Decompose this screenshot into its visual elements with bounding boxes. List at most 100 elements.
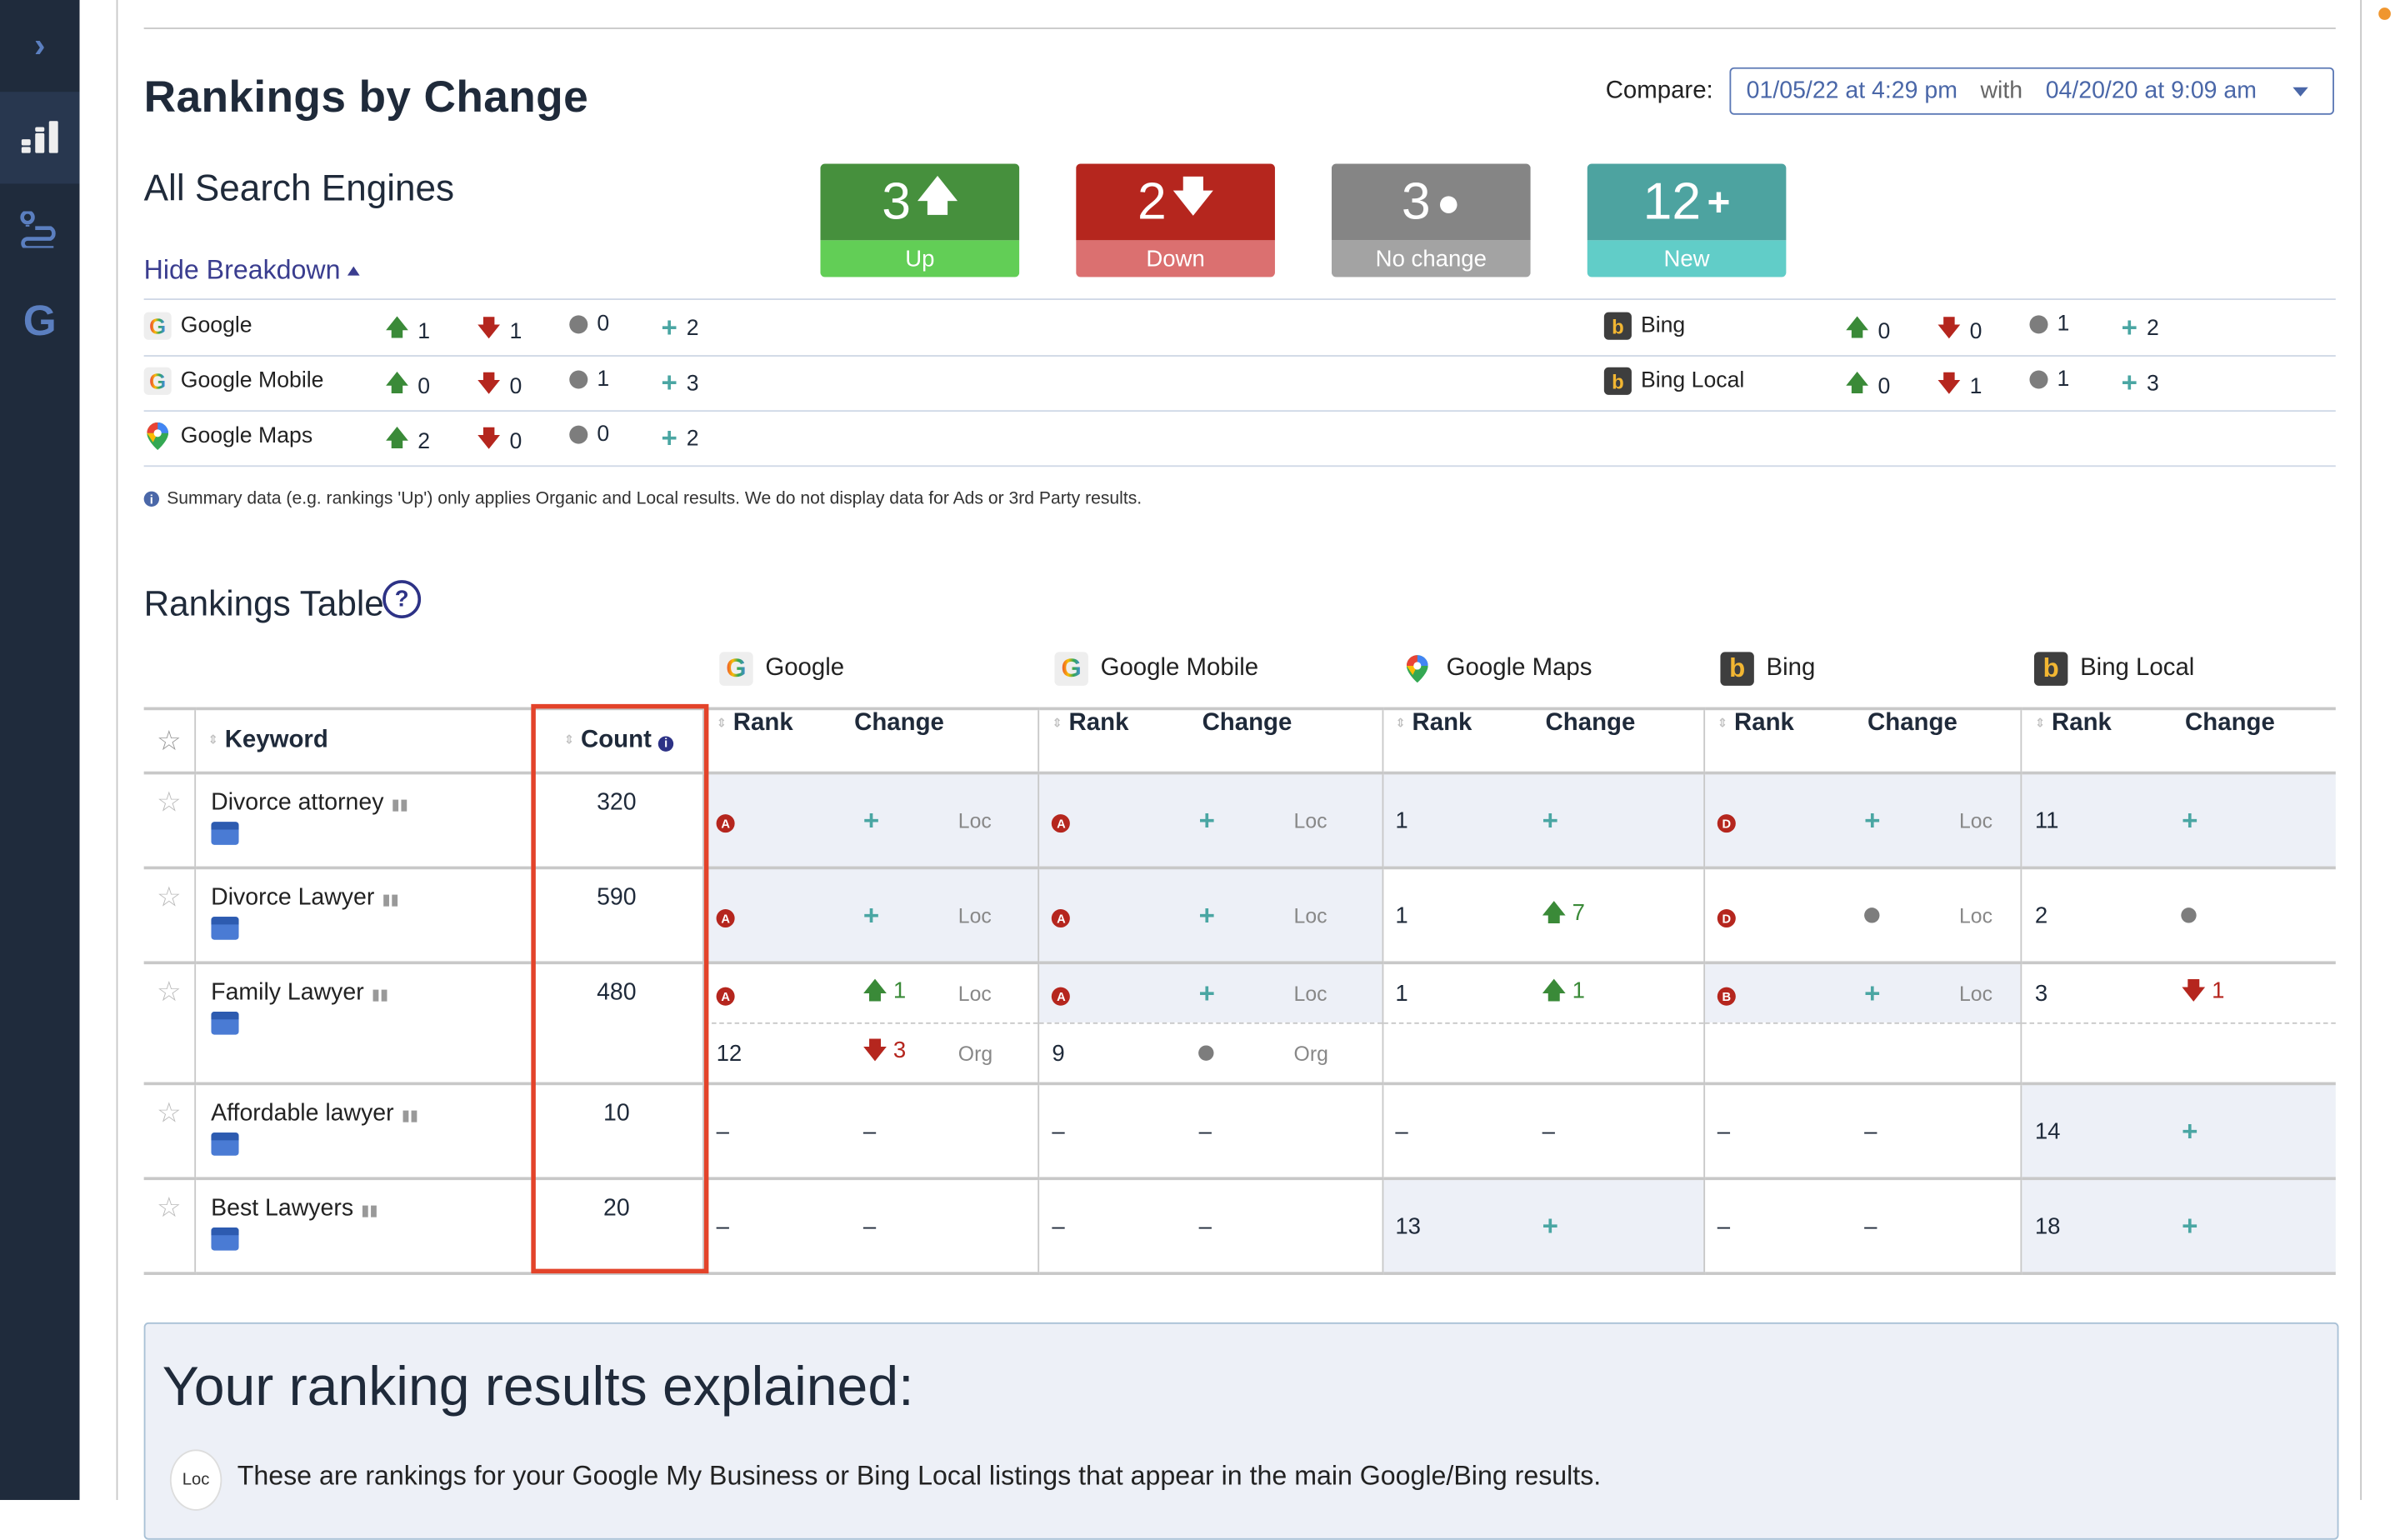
- arrow-up-icon: 🡅: [1542, 899, 1566, 926]
- engine-cell: – –: [702, 1177, 1039, 1275]
- plus-icon: +: [661, 367, 678, 398]
- star-toggle[interactable]: ☆: [143, 1177, 196, 1275]
- arrow-down-icon: 🡇: [1938, 372, 1961, 397]
- arrow-down-icon: 🡇: [478, 317, 501, 342]
- star-toggle[interactable]: ☆: [143, 1082, 196, 1181]
- keyword-name[interactable]: Best Lawyers: [211, 1195, 353, 1221]
- compare-with-label: with: [1980, 77, 2023, 103]
- result-type-label: Loc: [958, 903, 992, 928]
- rank-header[interactable]: Rank: [2052, 710, 2112, 736]
- keyword-name[interactable]: Affordable lawyer: [211, 1101, 393, 1127]
- star-toggle[interactable]: ☆: [143, 961, 196, 1086]
- sort-icon[interactable]: ⇕: [1395, 717, 1405, 729]
- rank-value: –: [716, 1118, 729, 1144]
- result-type-label: Loc: [1959, 808, 1993, 832]
- arrow-down-icon: 🡇: [862, 1037, 888, 1063]
- google-my-business-icon: [211, 1228, 239, 1251]
- summary-box-value: 3 🡅: [820, 163, 1020, 241]
- sidebar-item-google[interactable]: G: [0, 276, 80, 368]
- rank-header[interactable]: Rank: [733, 710, 793, 736]
- cell-wrap: – –: [704, 1180, 1038, 1272]
- change-value: 🡅 7: [1542, 896, 1585, 934]
- sidebar-item-local[interactable]: [0, 183, 80, 275]
- engine-title: Google: [765, 655, 845, 682]
- divider: [143, 410, 2336, 412]
- summary-box-down[interactable]: 2 🡇 Down: [1076, 163, 1275, 278]
- change-value: +: [1864, 804, 1880, 837]
- compare-date-select[interactable]: 01/05/22 at 4:29 pm with 04/20/20 at 9:0…: [1729, 67, 2334, 115]
- engine-cell: D Loc: [1703, 866, 2022, 965]
- rank-subcell: A 🡅 1 Loc: [704, 964, 1038, 1022]
- change-value: +: [1199, 899, 1215, 932]
- breakdown-stat-new: +2: [661, 312, 698, 345]
- bar-chart-icon[interactable]: ▮▮: [382, 892, 399, 909]
- sidebar-item-rankings[interactable]: [0, 92, 80, 184]
- cell-wrap: – –: [1383, 1085, 1704, 1177]
- engine-name: Google Maps: [180, 423, 313, 449]
- star-toggle[interactable]: ☆: [143, 771, 196, 870]
- google-logo-icon: G: [719, 652, 753, 686]
- chevron-right-icon: ›: [34, 26, 46, 65]
- rank-subcell: – –: [1040, 1085, 1382, 1177]
- cell-wrap: – –: [1040, 1085, 1382, 1177]
- google-logo-icon: G: [143, 367, 172, 395]
- summary-box-up[interactable]: 3 🡅 Up: [820, 163, 1020, 278]
- loc-badge-icon: Loc: [169, 1449, 222, 1511]
- engine-header-bing-local: ⇕ Rank Change: [2021, 707, 2336, 775]
- local-result: A + Loc: [1039, 964, 1382, 1022]
- result-type-label: Loc: [1293, 982, 1328, 1005]
- keyword-name[interactable]: Divorce attorney: [211, 790, 383, 816]
- summary-box-no-change[interactable]: 3 ● No change: [1331, 163, 1531, 278]
- breakdown-stat-down: 🡇 1: [478, 312, 522, 351]
- bar-chart-icon[interactable]: ▮▮: [392, 798, 408, 814]
- rank-value: D: [1717, 902, 1736, 928]
- sidebar-expand-button[interactable]: ›: [0, 0, 80, 92]
- engine-column-title: G Google Mobile: [1054, 652, 1258, 686]
- bar-chart-icon[interactable]: ▮▮: [402, 1108, 418, 1125]
- cell-wrap: A + Loc: [1040, 869, 1382, 961]
- change-amount: 1: [887, 977, 907, 1003]
- result-type-badge: A: [1052, 987, 1071, 1006]
- rank-header[interactable]: Rank: [1734, 710, 1794, 736]
- engine-cell: – –: [702, 1082, 1039, 1181]
- star-column-header[interactable]: ☆: [143, 707, 196, 775]
- summary-note: i Summary data (e.g. rankings 'Up') only …: [143, 490, 1142, 508]
- change-value: 🡅 1: [863, 974, 906, 1012]
- keyword-name[interactable]: Family Lawyer: [211, 979, 364, 1005]
- sort-icon[interactable]: ⇕: [1052, 717, 1062, 729]
- google-my-business-icon: [211, 1132, 239, 1156]
- engine-cell: A + Loc: [1038, 866, 1382, 965]
- no-change-dot-icon: [1198, 1044, 1215, 1060]
- sort-icon[interactable]: ⇕: [717, 717, 727, 729]
- arrow-down-icon: 🡇: [1172, 172, 1214, 219]
- compare-to-date: 04/20/20 at 9:09 am: [2045, 77, 2257, 103]
- engine-cell: 1 +: [1381, 771, 1705, 870]
- rank-value: A: [1052, 902, 1071, 928]
- bar-chart-icon[interactable]: ▮▮: [372, 988, 388, 1004]
- change-value: 🡇 1: [2182, 974, 2224, 1012]
- bar-chart-icon[interactable]: ▮▮: [361, 1203, 378, 1220]
- rank-value: –: [1052, 1212, 1065, 1239]
- rank-header[interactable]: Rank: [1069, 710, 1129, 736]
- breakdown-stat-same: 1: [2029, 368, 2069, 392]
- sort-icon[interactable]: ⇕: [2035, 717, 2045, 729]
- keyword-name[interactable]: Divorce Lawyer: [211, 885, 374, 911]
- keyword-column-header[interactable]: ⇕ Keyword: [194, 707, 531, 775]
- stat-value: 3: [2147, 371, 2159, 396]
- sort-icon[interactable]: ⇕: [1718, 717, 1728, 729]
- summary-box-new[interactable]: 12 + New: [1587, 163, 1787, 278]
- star-toggle[interactable]: ☆: [143, 866, 196, 965]
- sort-icon: ⇕: [208, 732, 218, 747]
- engine-header-google-mobile: ⇕ Rank Change: [1038, 707, 1382, 775]
- rank-value: A: [1052, 808, 1071, 833]
- help-icon[interactable]: ?: [382, 580, 422, 619]
- engine-cell: A + Loc: [702, 866, 1039, 965]
- change-value: +: [1542, 1210, 1558, 1242]
- engine-cell: A 🡅 1 Loc 12 🡇 3 Org: [702, 961, 1039, 1086]
- hide-breakdown-link[interactable]: Hide Breakdown: [144, 254, 361, 287]
- sidebar: › G: [0, 0, 80, 1500]
- engine-cell: 1 🡅 7: [1381, 866, 1705, 965]
- rank-header[interactable]: Rank: [1412, 710, 1472, 736]
- cell-wrap: – –: [1040, 1180, 1382, 1272]
- notification-dot: [2378, 8, 2391, 20]
